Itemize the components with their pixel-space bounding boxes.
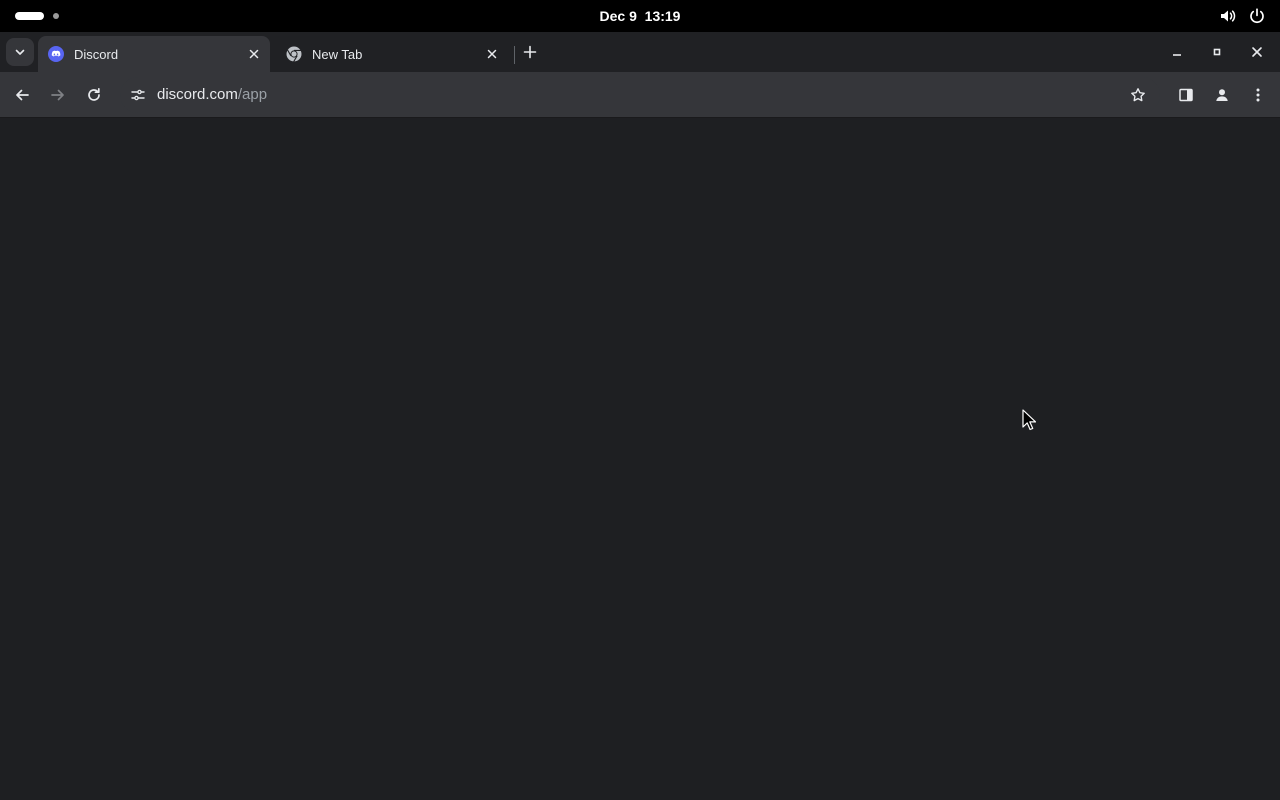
system-top-bar: Dec 9 13:19 <box>0 0 1280 32</box>
side-panel-icon <box>1179 88 1193 102</box>
back-icon <box>16 89 29 101</box>
minimize-button[interactable] <box>1165 40 1189 64</box>
chrome-icon <box>286 46 302 62</box>
close-tab-button[interactable] <box>244 44 264 64</box>
tab-title: New Tab <box>312 46 363 62</box>
minimize-icon <box>1173 54 1181 56</box>
tab-separator <box>514 46 515 64</box>
clock-time: 13:19 <box>644 8 681 24</box>
profile-icon <box>1216 89 1228 101</box>
workspace-active-indicator <box>15 12 44 20</box>
plus-icon <box>523 45 537 59</box>
reload-icon <box>88 87 100 101</box>
browser-toolbar: discord.com/app <box>0 72 1280 118</box>
profile-button[interactable] <box>1206 79 1238 111</box>
bookmark-button[interactable] <box>1124 81 1152 109</box>
site-info-button[interactable] <box>124 81 152 109</box>
activities-indicator[interactable] <box>15 12 59 20</box>
volume-icon[interactable] <box>1219 7 1237 25</box>
close-window-button[interactable] <box>1245 40 1269 64</box>
tab-new-tab[interactable]: New Tab <box>276 36 508 72</box>
maximize-button[interactable] <box>1205 40 1229 64</box>
tab-search-button[interactable] <box>6 38 34 66</box>
url-path: /app <box>237 86 268 103</box>
power-icon[interactable] <box>1248 7 1266 25</box>
url-host: discord.com <box>157 86 238 103</box>
clock-date: Dec 9 <box>599 8 637 24</box>
chevron-down-icon <box>15 49 25 55</box>
workspace-inactive-indicator <box>53 13 59 19</box>
address-bar[interactable]: discord.com/app <box>120 77 1160 113</box>
reload-button[interactable] <box>78 79 110 111</box>
tab-discord[interactable]: Discord <box>38 36 270 72</box>
clock-button[interactable]: Dec 9 13:19 <box>600 8 681 24</box>
url-text[interactable]: discord.com/app <box>157 77 267 113</box>
menu-button[interactable] <box>1242 79 1274 111</box>
mouse-cursor-icon <box>1022 409 1036 431</box>
bookmark-star-icon <box>1131 88 1145 102</box>
clock: Dec 9 13:19 <box>0 0 1280 32</box>
close-icon <box>249 49 259 59</box>
back-button[interactable] <box>6 79 38 111</box>
forward-icon <box>51 89 64 101</box>
system-tray[interactable] <box>1219 7 1266 25</box>
discord-icon <box>48 46 64 62</box>
tab-strip: Discord New Tab <box>0 32 1280 72</box>
side-panel-button[interactable] <box>1170 79 1202 111</box>
forward-button[interactable] <box>42 79 74 111</box>
close-icon <box>487 49 497 59</box>
site-info-icon <box>131 89 145 101</box>
menu-icon <box>1256 88 1260 102</box>
page-content[interactable] <box>0 118 1280 800</box>
close-tab-button[interactable] <box>482 44 502 64</box>
tab-title: Discord <box>74 46 119 62</box>
maximize-icon <box>1213 48 1221 56</box>
new-tab-button[interactable] <box>518 40 542 64</box>
close-icon <box>1252 47 1262 57</box>
